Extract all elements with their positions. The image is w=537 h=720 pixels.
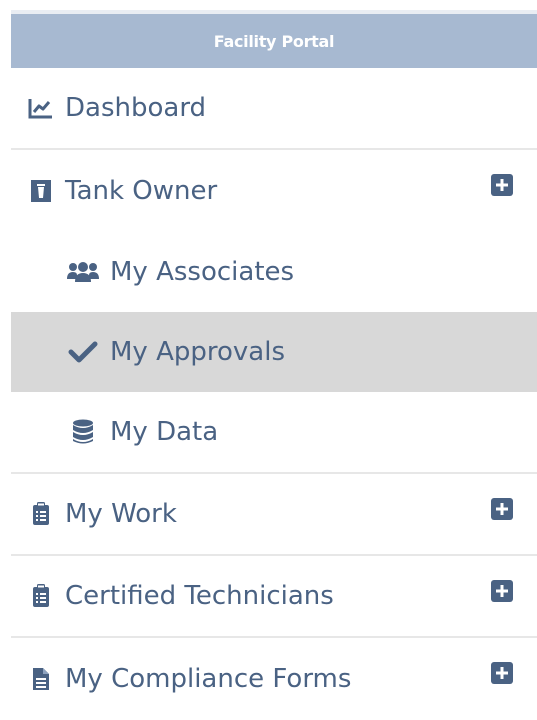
plus-square-icon[interactable] <box>491 498 513 520</box>
portal-header: Facility Portal <box>11 10 537 68</box>
plus-square-icon[interactable] <box>491 662 513 684</box>
nav-item-my-compliance-forms[interactable]: My Compliance Forms <box>11 638 537 720</box>
tank-owner-icon <box>27 177 55 205</box>
nav-item-my-associates-label: My Associates <box>110 257 295 287</box>
nav-item-my-work-label: My Work <box>65 499 177 529</box>
clipboard-list-icon <box>27 582 55 610</box>
nav-item-my-approvals-label: My Approvals <box>110 337 285 367</box>
nav-item-my-associates[interactable]: My Associates <box>11 232 537 312</box>
users-icon <box>66 258 100 286</box>
nav-item-certified-technicians-label: Certified Technicians <box>65 581 334 611</box>
nav-item-tank-owner[interactable]: Tank Owner <box>11 150 537 232</box>
nav-item-my-compliance-forms-label: My Compliance Forms <box>65 664 352 694</box>
nav-item-dashboard-label: Dashboard <box>65 93 207 123</box>
clipboard-list-icon <box>27 500 55 528</box>
database-icon <box>66 418 100 446</box>
nav-item-my-work[interactable]: My Work <box>11 474 537 556</box>
nav-item-my-approvals[interactable]: My Approvals <box>11 312 537 392</box>
plus-square-icon[interactable] <box>491 174 513 196</box>
nav-item-certified-technicians[interactable]: Certified Technicians <box>11 556 537 638</box>
check-icon <box>66 338 100 366</box>
nav-item-tank-owner-label: Tank Owner <box>65 176 218 206</box>
sidebar-nav: Facility Portal Dashboard Tank Owner My … <box>11 10 537 715</box>
plus-square-icon[interactable] <box>491 580 513 602</box>
file-text-icon <box>27 665 55 693</box>
nav-item-my-data-label: My Data <box>110 417 219 447</box>
portal-title: Facility Portal <box>213 31 335 51</box>
line-chart-icon <box>27 94 55 122</box>
nav-item-dashboard[interactable]: Dashboard <box>11 68 537 150</box>
nav-item-my-data[interactable]: My Data <box>11 392 537 474</box>
